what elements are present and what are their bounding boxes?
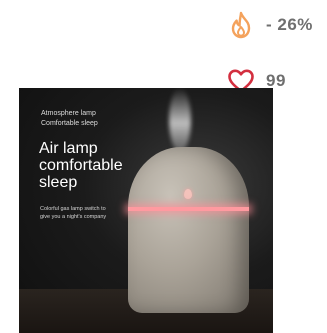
headline-line: Air lamp bbox=[39, 140, 98, 157]
brand-line: Atmosphere lamp bbox=[41, 110, 96, 117]
headline-line: sleep bbox=[39, 174, 78, 191]
light-band bbox=[128, 207, 249, 211]
discount-badge: - 26% bbox=[226, 10, 313, 40]
headline: Air lamp comfortable sleep bbox=[39, 140, 123, 191]
water-drop-icon bbox=[184, 189, 192, 199]
tagline-line: Colorful gas lamp switch to bbox=[40, 206, 106, 212]
brand-text: Atmosphere lamp Comfortable sleep bbox=[41, 109, 98, 129]
humidifier bbox=[128, 147, 249, 313]
tagline-line: give you a night's company bbox=[40, 214, 107, 220]
product-image[interactable]: Atmosphere lamp Comfortable sleep Air la… bbox=[19, 88, 273, 333]
flame-icon bbox=[226, 10, 256, 40]
mist bbox=[169, 88, 191, 152]
brand-line: Comfortable sleep bbox=[41, 120, 98, 127]
discount-text: - 26% bbox=[266, 15, 313, 34]
headline-line: comfortable bbox=[39, 157, 123, 174]
tagline: Colorful gas lamp switch to give you a n… bbox=[40, 205, 106, 221]
